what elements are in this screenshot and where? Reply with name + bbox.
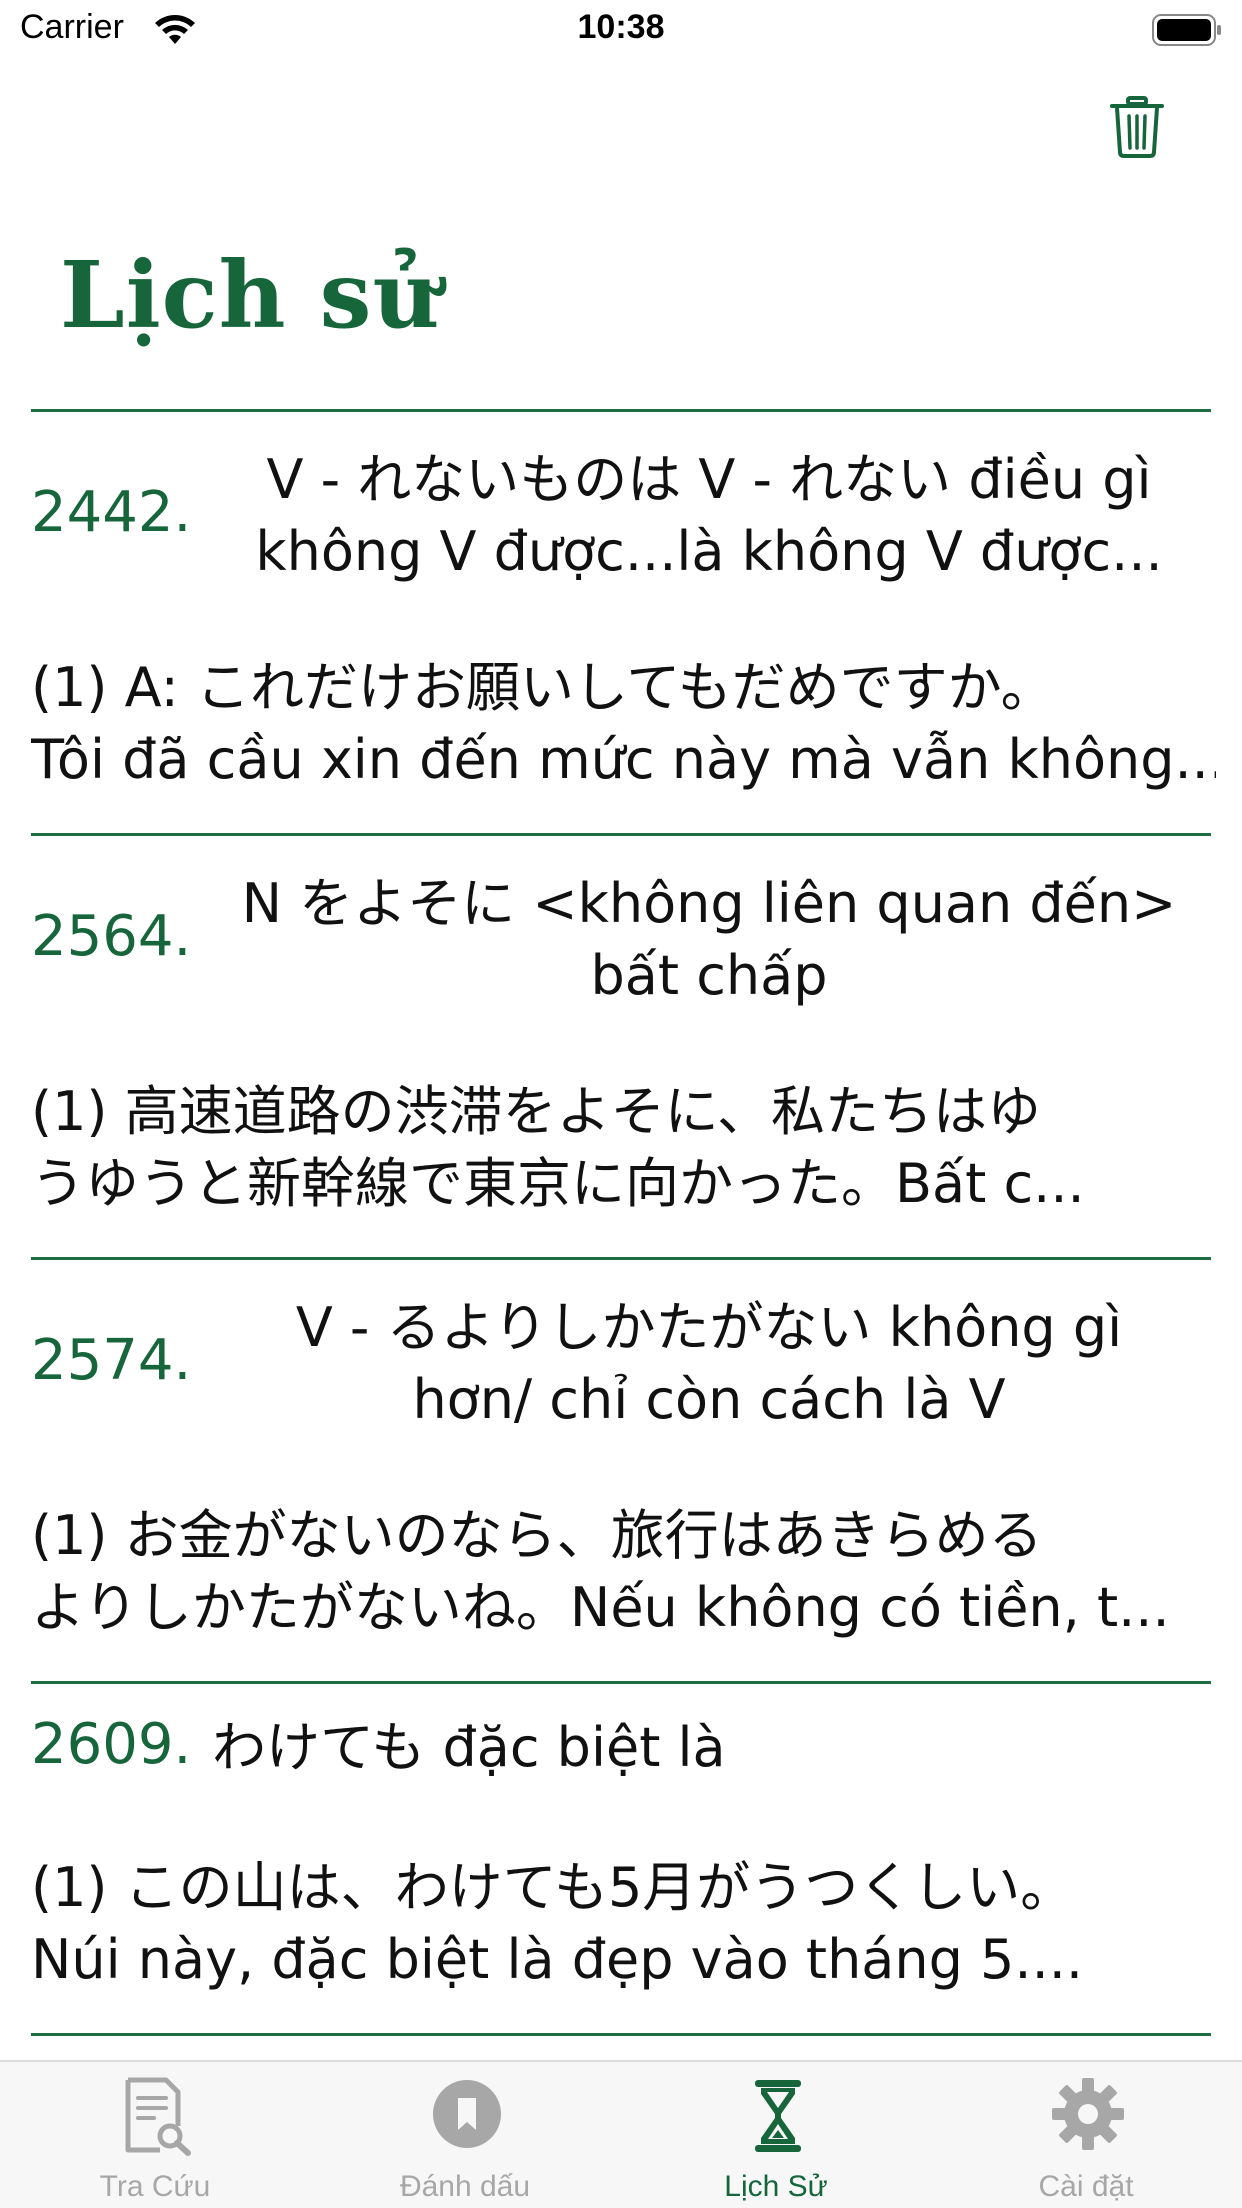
history-list: 2442. V - れないものは V - れない điều gì không V…: [0, 409, 1242, 2036]
entry-title-line: N をよそに <không liên quan đến>: [241, 872, 1177, 935]
entry-number: 2442.: [31, 480, 192, 545]
entry-title-line: không V được...là không V được...: [255, 520, 1163, 583]
entry-number: 2609.: [31, 1712, 192, 1777]
entry-title-line: hơn/ chỉ còn cách là V: [412, 1368, 1006, 1431]
tab-label: Tra Cứu: [99, 2170, 211, 2203]
entry-example: (1) この山は、わけても5月がうつくしい。 Núi này, đặc biệt…: [31, 1852, 1216, 1996]
history-entry[interactable]: 2609. わけても đặc biệt là (1) この山は、わけても5月がう…: [0, 1684, 1242, 2033]
entry-example-line: うゆうと新幹線で東京に向かった。Bất c...: [31, 1152, 1085, 1215]
tab-label: Đánh dấu: [399, 2170, 531, 2203]
entry-number: 2564.: [31, 904, 192, 969]
gear-icon: [1052, 2078, 1124, 2150]
entry-title: V - るよりしかたがない không gì hơn/ chỉ còn cách…: [199, 1292, 1219, 1436]
entry-title: V - れないものは V - れない điều gì không V được.…: [199, 444, 1219, 588]
entry-example-line: よりしかたがないね。Nếu không có tiền, t...: [31, 1576, 1170, 1639]
tab-label: Cài đặt: [1038, 2170, 1134, 2203]
entry-example-line: (1) 高速道路の渋滞をよそに、私たちはゆ: [31, 1080, 1042, 1143]
entry-example: (1) 高速道路の渋滞をよそに、私たちはゆ うゆうと新幹線で東京に向かった。Bấ…: [31, 1076, 1216, 1220]
page-title: Lịch sử: [60, 241, 441, 349]
entry-example-line: Tôi đã cầu xin đến mức này mà vẫn không.…: [31, 728, 1216, 791]
entry-example-line: (1) この山は、わけても5月がうつくしい。: [31, 1856, 1075, 1919]
entry-title-line: V - れないものは V - れない điều gì: [266, 448, 1152, 511]
tab-label: Lịch Sử: [724, 2170, 828, 2203]
history-entry[interactable]: 2442. V - れないものは V - れない điều gì không V…: [0, 412, 1242, 833]
entry-example: (1) お金がないのなら、旅行はあきらめる よりしかたがないね。Nếu khôn…: [31, 1500, 1216, 1644]
hourglass-icon: [755, 2080, 801, 2152]
tab-cai-dat[interactable]: Cài đặt: [931, 2062, 1241, 2208]
divider: [31, 2033, 1211, 2036]
entry-title-line: V - るよりしかたがない không gì: [295, 1296, 1123, 1359]
battery-icon: [1152, 14, 1221, 46]
status-bar: Carrier 10:38: [0, 0, 1242, 62]
history-entry[interactable]: 2564. N をよそに <không liên quan đến> bất c…: [0, 836, 1242, 1257]
entry-example-line: (1) お金がないのなら、旅行はあきらめる: [31, 1504, 1043, 1567]
entry-title-line: わけても đặc biệt là: [212, 1716, 726, 1779]
tab-bar: Tra Cứu Đánh dấu Lịch Sử Cài đặt: [0, 2060, 1242, 2208]
tab-danh-dau[interactable]: Đánh dấu: [310, 2062, 620, 2208]
entry-title: N をよそに <không liên quan đến> bất chấp: [199, 868, 1219, 1012]
entry-example: (1) A: これだけお願いしてもだめですか。 Tôi đã cầu xin đ…: [31, 652, 1216, 796]
bookmark-icon: [433, 2080, 501, 2148]
entry-title: わけても đặc biệt là: [212, 1712, 1232, 1784]
entry-example-line: Núi này, đặc biệt là đẹp vào tháng 5....: [31, 1928, 1084, 1991]
entry-example-line: (1) A: これだけお願いしてもだめですか。: [31, 656, 1055, 719]
status-time: 10:38: [577, 8, 665, 46]
trash-icon[interactable]: [1110, 96, 1164, 158]
entry-title-line: bất chấp: [590, 944, 828, 1007]
history-entry[interactable]: 2574. V - るよりしかたがない không gì hơn/ chỉ cò…: [0, 1260, 1242, 1681]
entry-number: 2574.: [31, 1328, 192, 1393]
search-document-icon: [125, 2077, 191, 2156]
tab-tra-cuu[interactable]: Tra Cứu: [0, 2062, 310, 2208]
tab-lich-su[interactable]: Lịch Sử: [621, 2062, 931, 2208]
